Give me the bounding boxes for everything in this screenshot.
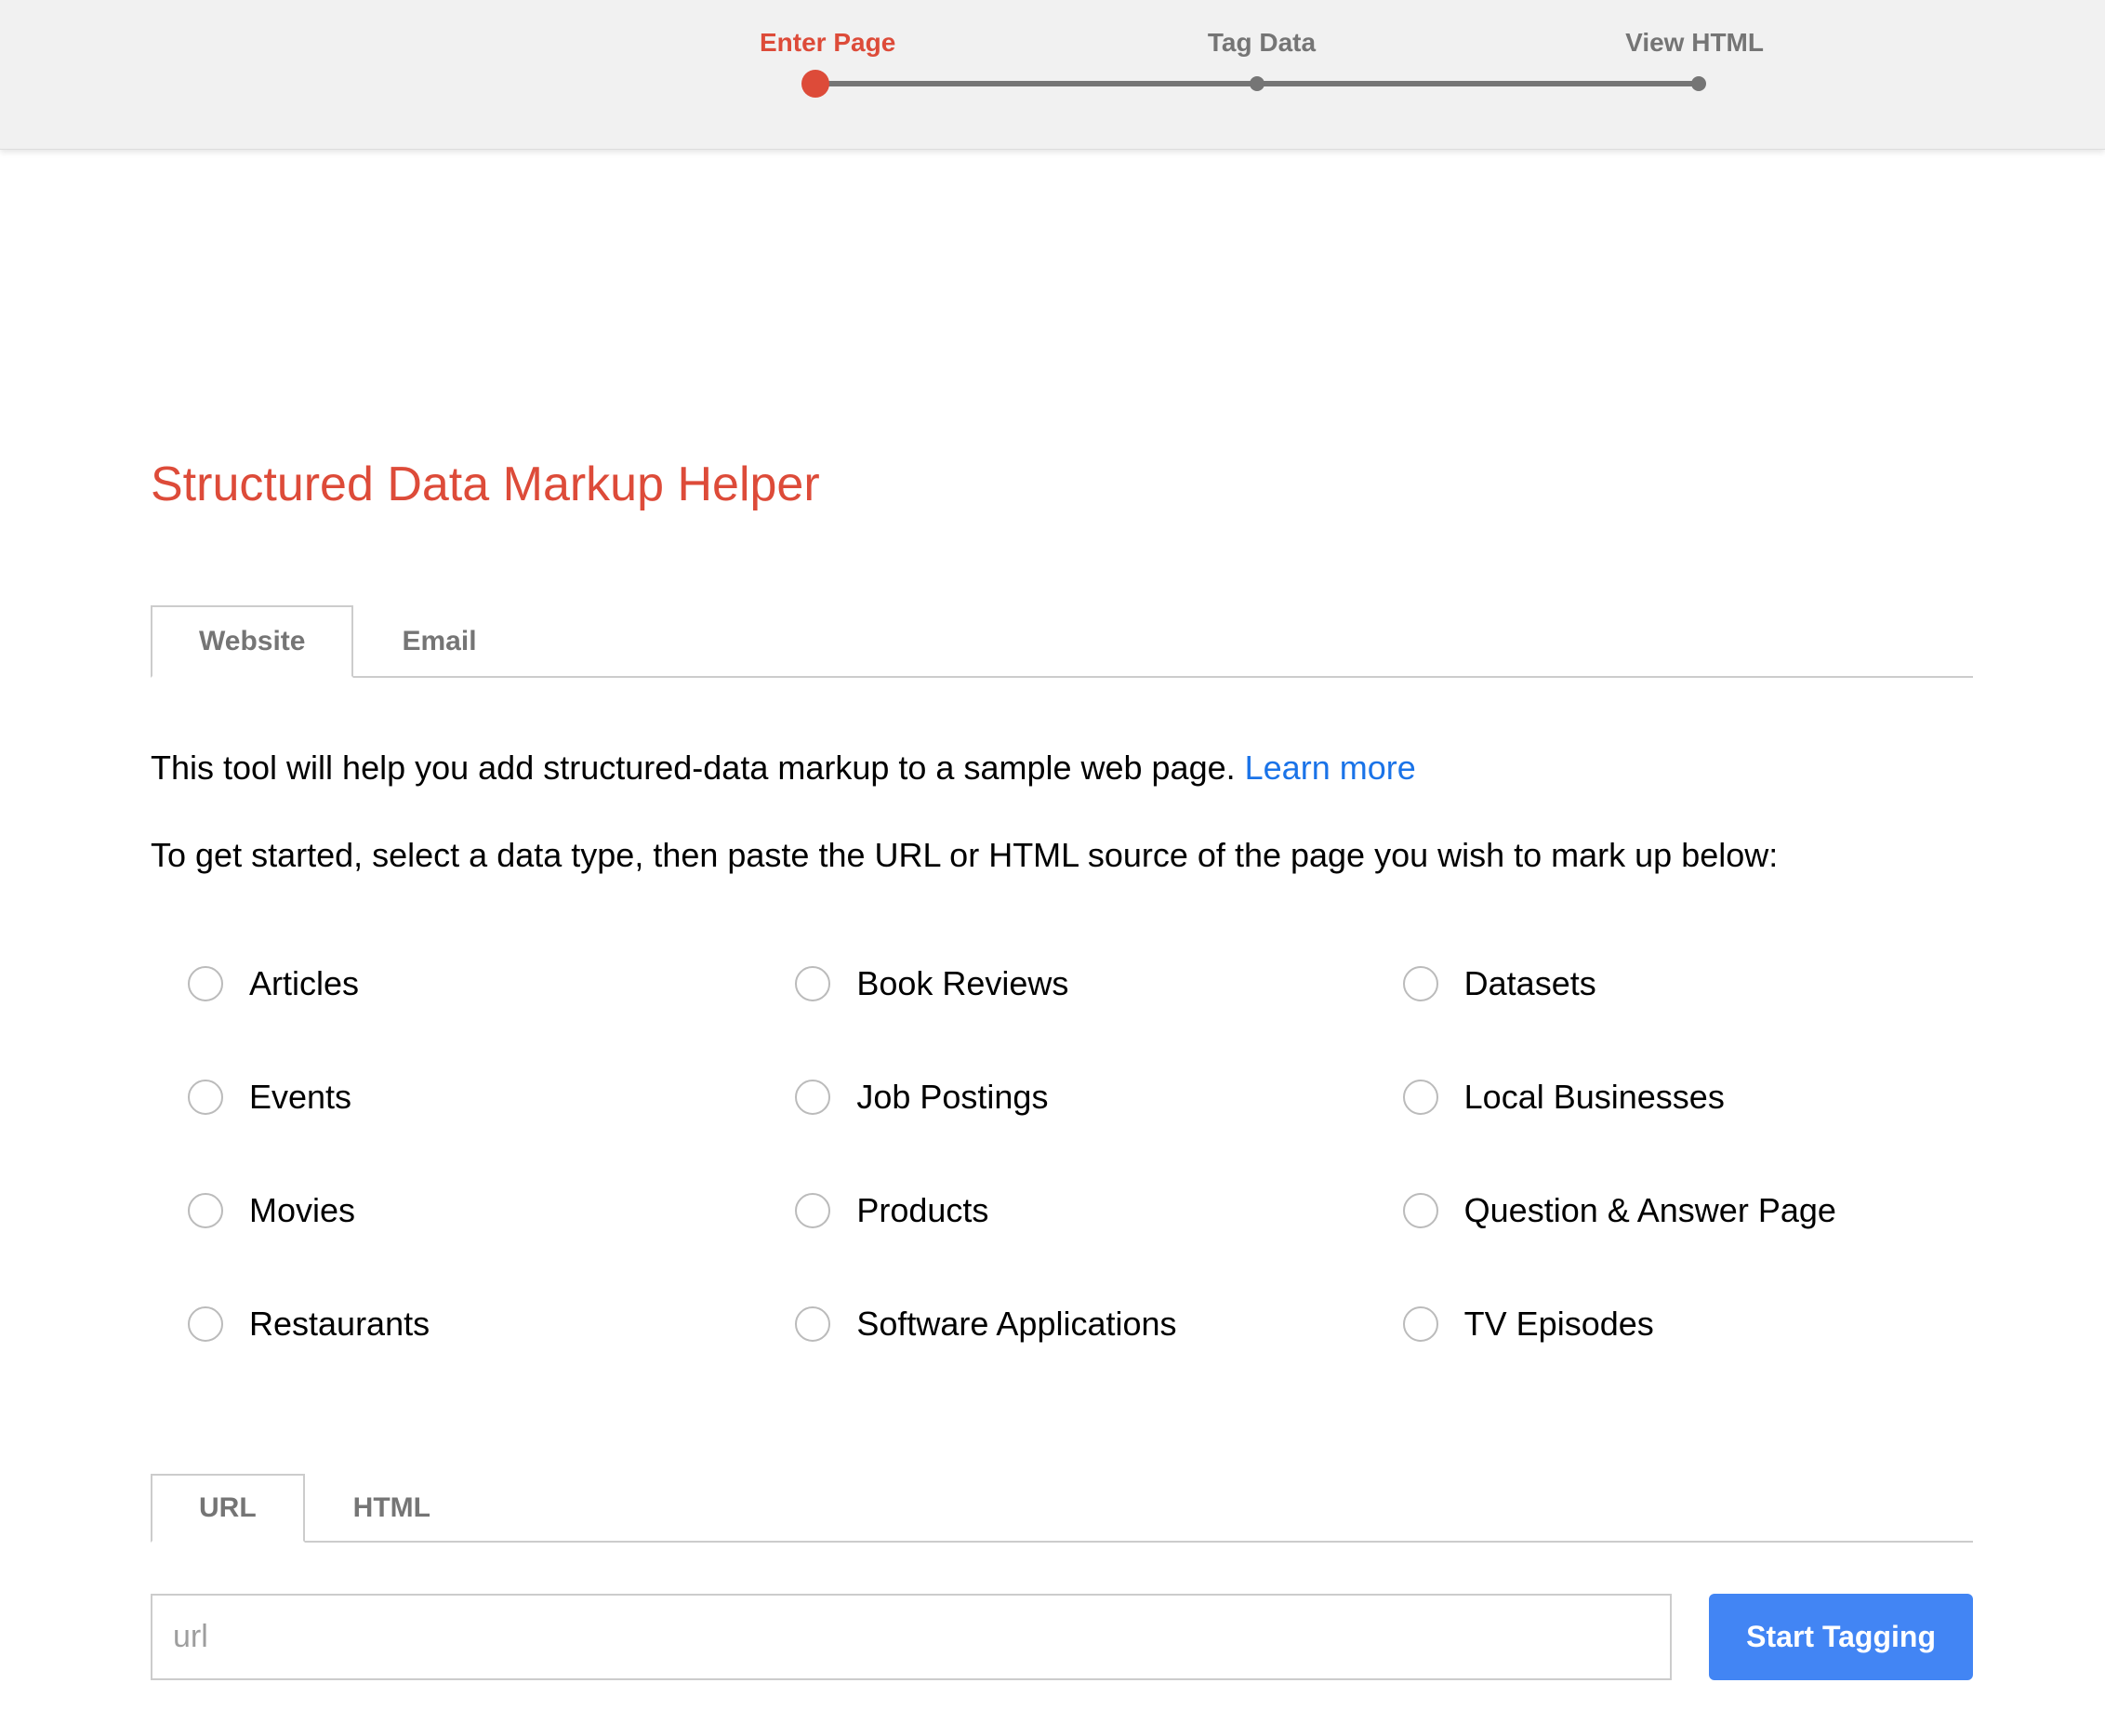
radio-job-postings[interactable]: Job Postings xyxy=(795,1078,1365,1117)
radio-book-reviews[interactable]: Book Reviews xyxy=(795,964,1365,1003)
radio-label: Events xyxy=(249,1078,351,1117)
source-tabs: Website Email xyxy=(151,605,1973,678)
radio-label: TV Episodes xyxy=(1464,1305,1654,1344)
learn-more-link[interactable]: Learn more xyxy=(1245,749,1416,787)
radio-label: Products xyxy=(856,1191,988,1230)
stepper-dot-1 xyxy=(801,70,829,98)
page-title: Structured Data Markup Helper xyxy=(151,457,1973,512)
radio-label: Articles xyxy=(249,964,359,1003)
radio-circle-icon xyxy=(1403,966,1438,1001)
tab-website[interactable]: Website xyxy=(151,605,353,678)
radio-articles[interactable]: Articles xyxy=(188,964,758,1003)
radio-label: Question & Answer Page xyxy=(1464,1191,1836,1230)
input-row: Start Tagging xyxy=(151,1594,1973,1680)
stepper-header: Enter Page Tag Data View HTML xyxy=(0,0,2105,150)
description-body: This tool will help you add structured-d… xyxy=(151,749,1245,787)
radio-label: Software Applications xyxy=(856,1305,1176,1344)
radio-circle-icon xyxy=(795,966,830,1001)
radio-label: Datasets xyxy=(1464,964,1596,1003)
radio-label: Job Postings xyxy=(856,1078,1048,1117)
radio-qa-page[interactable]: Question & Answer Page xyxy=(1403,1191,1973,1230)
radio-events[interactable]: Events xyxy=(188,1078,758,1117)
radio-circle-icon xyxy=(188,1306,223,1342)
radio-label: Movies xyxy=(249,1191,355,1230)
main-content: Structured Data Markup Helper Website Em… xyxy=(76,150,2029,1736)
radio-movies[interactable]: Movies xyxy=(188,1191,758,1230)
stepper-step-view-html[interactable]: View HTML xyxy=(1578,28,1764,58)
url-input[interactable] xyxy=(151,1594,1672,1680)
radio-circle-icon xyxy=(1403,1080,1438,1115)
stepper-dot-2 xyxy=(1250,76,1264,91)
data-type-grid: Articles Book Reviews Datasets Events Jo… xyxy=(151,964,1973,1344)
radio-circle-icon xyxy=(795,1306,830,1342)
stepper-track xyxy=(815,74,1699,93)
radio-circle-icon xyxy=(1403,1306,1438,1342)
radio-local-businesses[interactable]: Local Businesses xyxy=(1403,1078,1973,1117)
radio-products[interactable]: Products xyxy=(795,1191,1365,1230)
start-tagging-button[interactable]: Start Tagging xyxy=(1709,1594,1973,1680)
tab-url[interactable]: URL xyxy=(151,1474,305,1543)
input-tabs: URL HTML xyxy=(151,1474,1973,1543)
stepper-dot-3 xyxy=(1691,76,1706,91)
tab-html[interactable]: HTML xyxy=(305,1474,479,1543)
radio-software-applications[interactable]: Software Applications xyxy=(795,1305,1365,1344)
stepper-step-enter-page[interactable]: Enter Page xyxy=(760,28,946,58)
stepper-step-tag-data[interactable]: Tag Data xyxy=(1169,28,1355,58)
radio-circle-icon xyxy=(188,1080,223,1115)
description-text: This tool will help you add structured-d… xyxy=(151,743,1973,793)
tab-email[interactable]: Email xyxy=(353,605,524,678)
radio-circle-icon xyxy=(795,1080,830,1115)
radio-tv-episodes[interactable]: TV Episodes xyxy=(1403,1305,1973,1344)
radio-label: Restaurants xyxy=(249,1305,430,1344)
radio-circle-icon xyxy=(1403,1193,1438,1228)
radio-label: Local Businesses xyxy=(1464,1078,1725,1117)
radio-circle-icon xyxy=(188,1193,223,1228)
instructions-text: To get started, select a data type, then… xyxy=(151,830,1973,881)
radio-circle-icon xyxy=(795,1193,830,1228)
radio-restaurants[interactable]: Restaurants xyxy=(188,1305,758,1344)
radio-datasets[interactable]: Datasets xyxy=(1403,964,1973,1003)
radio-label: Book Reviews xyxy=(856,964,1068,1003)
radio-circle-icon xyxy=(188,966,223,1001)
